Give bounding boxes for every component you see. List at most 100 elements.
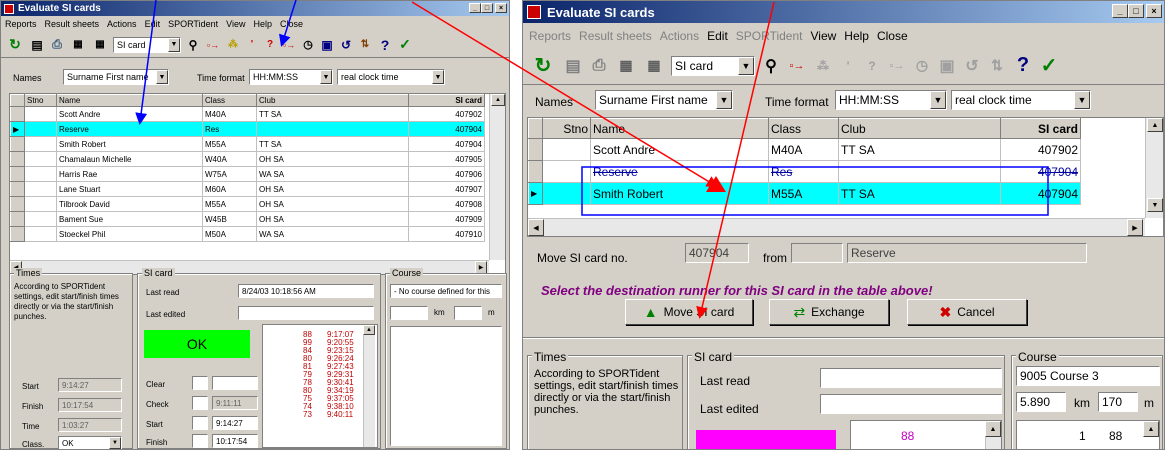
- finish-field[interactable]: 10:17:54: [58, 398, 122, 412]
- table-row[interactable]: ▶ Smith Robert M55A TT SA 407904: [528, 182, 1081, 205]
- table-row[interactable]: Bament Sue W45B OH SA 407909: [10, 211, 485, 227]
- check-icon[interactable]: ✓: [1039, 52, 1059, 80]
- punch-scrollbar[interactable]: [985, 437, 1001, 449]
- chevron-down-icon[interactable]: ▼: [168, 37, 180, 52]
- col-name[interactable]: Name: [56, 94, 203, 107]
- menu-actions[interactable]: Actions: [656, 29, 703, 43]
- last-edited-field[interactable]: [820, 394, 1002, 414]
- document-icon[interactable]: ▤: [563, 52, 583, 80]
- query-icon[interactable]: ?: [863, 52, 881, 80]
- scroll-up-arrow-icon[interactable]: ▲: [985, 421, 1001, 437]
- names-combo[interactable]: Surname First name ▼: [63, 69, 169, 85]
- menu-result-sheets[interactable]: Result sheets: [41, 19, 104, 29]
- table-row[interactable]: Tilbrook David M55A OH SA 407908: [10, 196, 485, 212]
- table-row[interactable]: Reserve Res 407904: [528, 160, 1081, 183]
- chevron-down-icon[interactable]: ▼: [320, 70, 332, 84]
- last-read-field[interactable]: 8/24/03 10:18:56 AM: [238, 284, 374, 298]
- query-icon[interactable]: ?: [263, 35, 277, 55]
- scroll-left-arrow-icon[interactable]: ◀: [528, 219, 544, 236]
- help-icon[interactable]: ?: [1013, 52, 1033, 80]
- menu-edit[interactable]: Edit: [703, 29, 732, 43]
- course-m-field[interactable]: 170: [1098, 392, 1138, 412]
- scroll-down-arrow-icon[interactable]: ▼: [1147, 198, 1163, 212]
- scroll-up-arrow-icon[interactable]: ▲: [491, 94, 505, 106]
- scroll-up-arrow-icon[interactable]: ▲: [363, 325, 375, 335]
- last-edited-field[interactable]: [238, 306, 374, 320]
- menu-edit[interactable]: Edit: [141, 19, 165, 29]
- highlight-icon[interactable]: ⁂: [813, 52, 833, 80]
- course-m-field[interactable]: [454, 306, 482, 320]
- table-row[interactable]: Chamalaun Michelle W40A OH SA 407905: [10, 151, 485, 167]
- maximize-button[interactable]: □: [1128, 4, 1144, 18]
- stopwatch-icon[interactable]: ◷: [913, 52, 931, 80]
- print-icon[interactable]: ⎙: [49, 35, 65, 55]
- table-row[interactable]: Scott Andre M40A TT SA 407902: [10, 106, 485, 122]
- col-club[interactable]: Club: [838, 118, 1001, 139]
- menu-help[interactable]: Help: [840, 29, 873, 43]
- si-card-combo[interactable]: SI card ▼: [671, 55, 755, 76]
- col-stno[interactable]: Stno: [24, 94, 57, 107]
- si-card-combo[interactable]: SI card ▼: [113, 36, 181, 53]
- highlight-icon[interactable]: ⁂: [225, 35, 241, 55]
- col-class[interactable]: Class: [202, 94, 257, 107]
- course-km-field[interactable]: [390, 306, 428, 320]
- clear-field[interactable]: [212, 376, 258, 390]
- col-si-card[interactable]: SI card: [1000, 118, 1081, 139]
- clear-check-box[interactable]: [192, 376, 208, 390]
- menu-help[interactable]: Help: [249, 19, 276, 29]
- table-row[interactable]: Smith Robert M55A TT SA 407904: [10, 136, 485, 152]
- menu-sportident[interactable]: SPORTident: [732, 29, 807, 43]
- grid2-icon[interactable]: ▦: [91, 35, 109, 55]
- table-row[interactable]: Lane Stuart M60A OH SA 407907: [10, 181, 485, 197]
- table-row[interactable]: Stoeckel Phil M50A WA SA 407910: [10, 226, 485, 242]
- minimize-button[interactable]: _: [469, 3, 481, 13]
- document-icon[interactable]: ▤: [29, 35, 45, 55]
- right-grid-hscrollbar[interactable]: ◀ ▶: [528, 218, 1145, 236]
- print-icon[interactable]: ⎙: [589, 52, 609, 80]
- stopwatch-icon[interactable]: ◷: [301, 35, 315, 55]
- sort-icon[interactable]: ⇅: [987, 52, 1007, 80]
- names-combo[interactable]: Surname First name ▼: [595, 90, 733, 110]
- menu-reports[interactable]: Reports: [525, 29, 575, 43]
- last-read-field[interactable]: [820, 368, 1002, 388]
- course-controls-list[interactable]: [390, 326, 502, 446]
- help-icon[interactable]: ?: [377, 35, 393, 55]
- refresh-icon[interactable]: ↻: [529, 52, 557, 80]
- chevron-down-icon[interactable]: ▼: [716, 91, 732, 109]
- punch-in-icon[interactable]: ▫→: [787, 52, 807, 80]
- save-icon[interactable]: ▣: [937, 52, 957, 80]
- class-status-combo[interactable]: OK ▼: [58, 436, 122, 449]
- chevron-down-icon[interactable]: ▼: [1074, 91, 1090, 109]
- col-name[interactable]: Name: [590, 118, 769, 139]
- menu-sportident[interactable]: SPORTident: [164, 19, 222, 29]
- menu-reports[interactable]: Reports: [1, 19, 41, 29]
- time-format-combo[interactable]: HH:MM:SS ▼: [249, 69, 333, 85]
- sicard-finish-field[interactable]: 10:17:54: [212, 434, 258, 448]
- scroll-up-arrow-icon[interactable]: ▲: [1147, 118, 1163, 132]
- course-field[interactable]: 9005 Course 3: [1016, 366, 1160, 386]
- menu-result-sheets[interactable]: Result sheets: [575, 29, 656, 43]
- col-class[interactable]: Class: [768, 118, 839, 139]
- menu-close[interactable]: Close: [276, 19, 307, 29]
- left-grid-scrollbar[interactable]: ▲: [489, 94, 505, 260]
- chevron-down-icon[interactable]: ▼: [738, 56, 754, 75]
- sicard-start-field[interactable]: 9:14:27: [212, 416, 258, 430]
- move-si-card-button[interactable]: ▲ Move SI card: [625, 299, 753, 325]
- sort-icon[interactable]: ⇅: [357, 35, 373, 55]
- table-row[interactable]: Harris Rae W75A WA SA 407906: [10, 166, 485, 182]
- col-club[interactable]: Club: [256, 94, 409, 107]
- table-row[interactable]: ▶ Reserve Res 407904: [10, 121, 485, 137]
- chevron-down-icon[interactable]: ▼: [930, 91, 946, 109]
- right-grid-scrollbar[interactable]: ▲ ▼: [1145, 118, 1163, 218]
- grid-icon[interactable]: ▦: [69, 35, 87, 55]
- check-field[interactable]: 9:11:11: [212, 396, 258, 410]
- time-field[interactable]: 1:03:27: [58, 418, 122, 432]
- punch-scrollbar[interactable]: [363, 335, 375, 447]
- punch-in-icon[interactable]: ▫→: [205, 35, 221, 55]
- maximize-button[interactable]: □: [481, 3, 493, 13]
- menu-close[interactable]: Close: [873, 29, 912, 43]
- card-icon[interactable]: ʹ: [839, 52, 857, 80]
- save-icon[interactable]: ▣: [319, 35, 335, 55]
- close-button[interactable]: ×: [1146, 4, 1162, 18]
- course-controls-list[interactable]: 1 88 ▲: [1016, 420, 1160, 449]
